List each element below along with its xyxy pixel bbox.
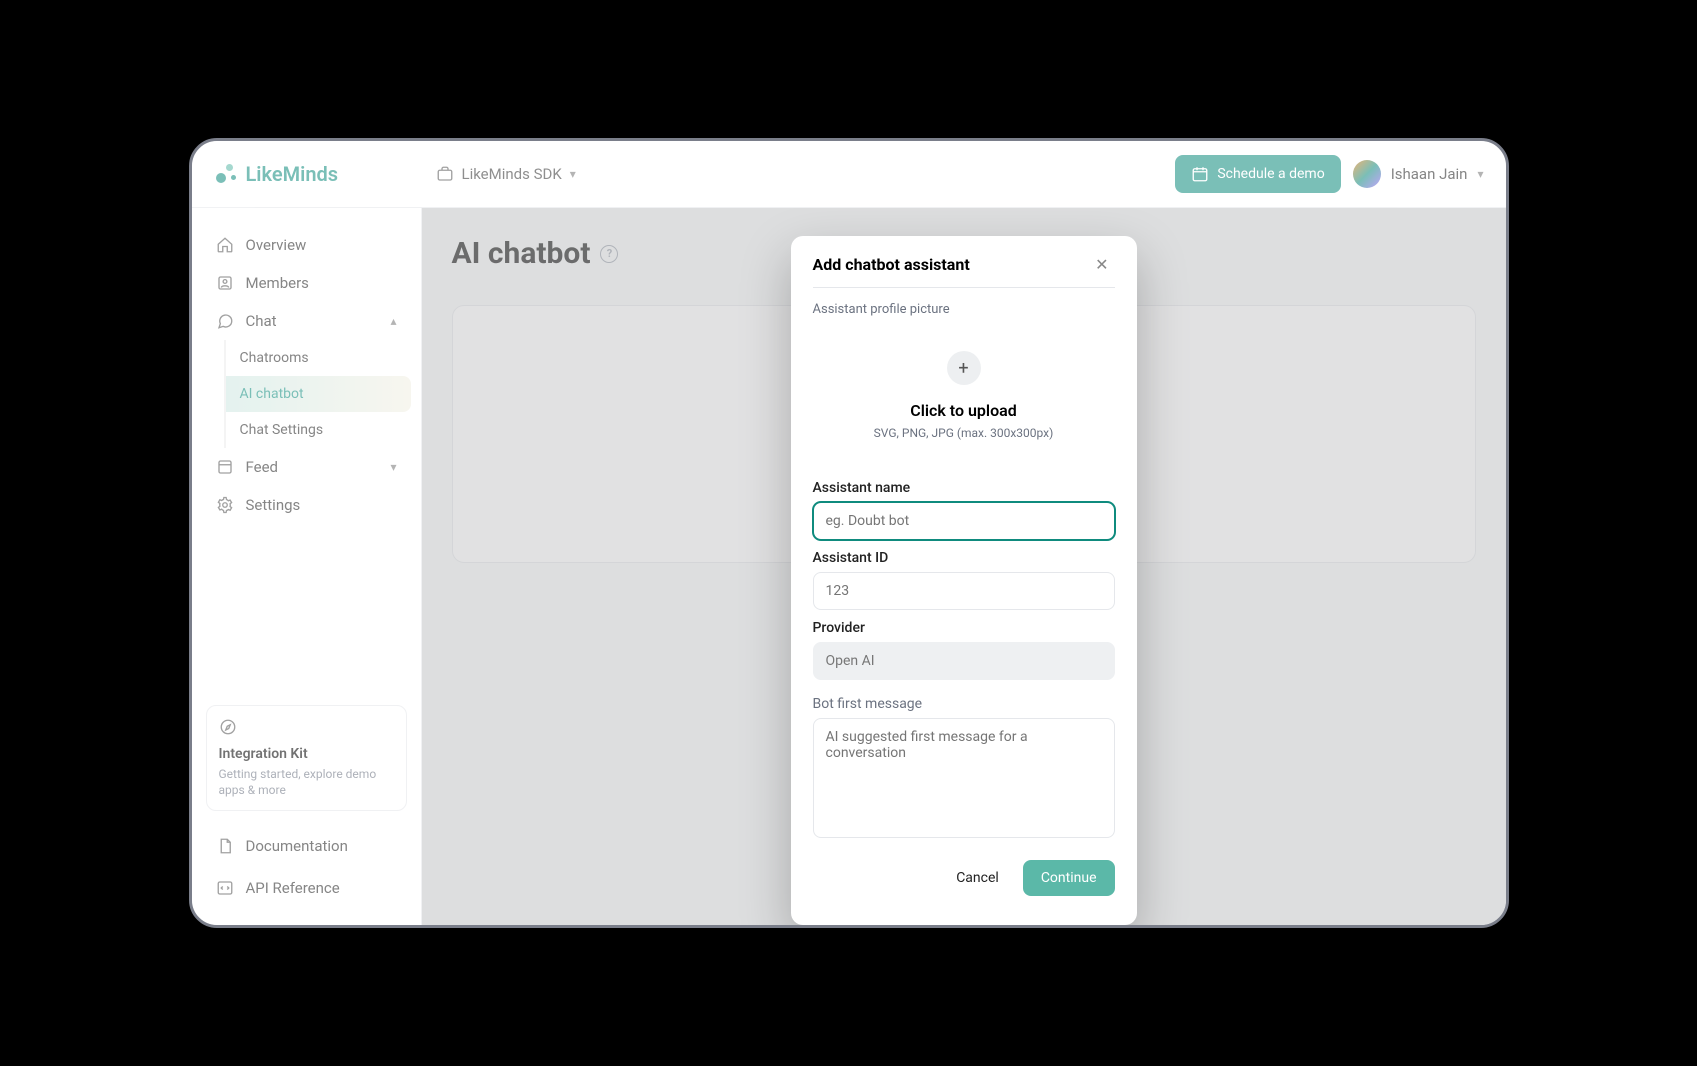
sidebar-item-label: Documentation [246,837,348,855]
sidebar-item-ai-chatbot[interactable]: AI chatbot [226,376,411,412]
sidebar-item-label: Feed [246,458,279,476]
provider-label: Provider [813,620,1115,636]
sidebar-item-overview[interactable]: Overview [202,226,411,264]
gear-icon [216,496,234,514]
sidebar-item-documentation[interactable]: Documentation [202,827,411,865]
sidebar-item-chat[interactable]: Chat ▴ [202,302,411,340]
sidebar-item-label: Chat [246,312,277,330]
chevron-down-icon: ▾ [1477,167,1483,181]
sidebar-item-members[interactable]: Members [202,264,411,302]
assistant-name-input[interactable] [813,502,1115,540]
help-icon[interactable]: ? [600,245,618,263]
sidebar-item-label: Overview [246,236,307,254]
user-name: Ishaan Jain [1391,165,1468,183]
continue-button[interactable]: Continue [1023,860,1115,896]
integration-kit-card[interactable]: Integration Kit Getting started, explore… [206,705,407,811]
sidebar-item-label: AI chatbot [240,386,304,402]
feed-icon [216,458,234,476]
close-icon[interactable]: ✕ [1089,254,1114,275]
code-icon [216,879,234,897]
schedule-demo-button[interactable]: Schedule a demo [1175,155,1340,193]
upload-plus-icon[interactable]: + [947,351,981,385]
chat-icon [216,312,234,330]
sidebar-item-label: Members [246,274,309,292]
workspace-name: LikeMinds SDK [462,165,562,183]
members-icon [216,274,234,292]
sidebar-chat-submenu: Chatrooms AI chatbot Chat Settings [224,340,411,448]
doc-icon [216,837,234,855]
first-message-label: Bot first message [813,696,1115,712]
sidebar-item-api-reference[interactable]: API Reference [202,869,411,907]
sidebar: Overview Members Chat ▴ [192,208,422,925]
sidebar-item-settings[interactable]: Settings [202,486,411,524]
first-message-textarea[interactable] [813,718,1115,838]
home-icon [216,236,234,254]
provider-input [813,642,1115,680]
assistant-name-label: Assistant name [813,480,1115,496]
topbar: LikeMinds LikeMinds SDK ▾ Schedule a dem… [192,141,1506,208]
brand-name: LikeMinds [246,162,339,186]
sidebar-item-feed[interactable]: Feed ▾ [202,448,411,486]
modal-title: Add chatbot assistant [813,255,970,274]
chevron-down-icon: ▾ [390,460,396,474]
sidebar-item-chatrooms[interactable]: Chatrooms [226,340,411,376]
kit-title: Integration Kit [219,746,394,762]
brand-logo: LikeMinds [214,162,424,186]
cancel-button[interactable]: Cancel [950,869,1005,887]
sidebar-item-label: Settings [246,496,301,514]
sidebar-item-label: Chatrooms [240,350,309,366]
schedule-demo-label: Schedule a demo [1217,166,1324,182]
user-menu[interactable]: Ishaan Jain ▾ [1353,160,1484,188]
upload-hint: SVG, PNG, JPG (max. 300x300px) [874,426,1054,440]
calendar-icon [1191,165,1209,183]
kit-sub: Getting started, explore demo apps & mor… [219,766,394,798]
briefcase-icon [436,165,454,183]
avatar [1353,160,1381,188]
chevron-up-icon: ▴ [390,314,396,328]
profile-pic-uploader[interactable]: + Click to upload SVG, PNG, JPG (max. 30… [813,327,1115,470]
modal-overlay: Add chatbot assistant ✕ Assistant profil… [422,208,1506,925]
sidebar-item-label: API Reference [246,879,340,897]
chevron-down-icon: ▾ [570,167,576,181]
main-content: AI chatbot ? ✓ time support and t. nt [422,208,1506,925]
add-chatbot-modal: Add chatbot assistant ✕ Assistant profil… [791,236,1137,925]
assistant-id-label: Assistant ID [813,550,1115,566]
brand-mark-icon [214,162,238,186]
assistant-id-input[interactable] [813,572,1115,610]
sidebar-item-label: Chat Settings [240,422,324,438]
upload-title: Click to upload [910,401,1017,420]
profile-pic-label: Assistant profile picture [813,302,1115,317]
compass-icon [219,718,237,736]
workspace-switcher[interactable]: LikeMinds SDK ▾ [436,165,576,183]
sidebar-item-chat-settings[interactable]: Chat Settings [226,412,411,448]
